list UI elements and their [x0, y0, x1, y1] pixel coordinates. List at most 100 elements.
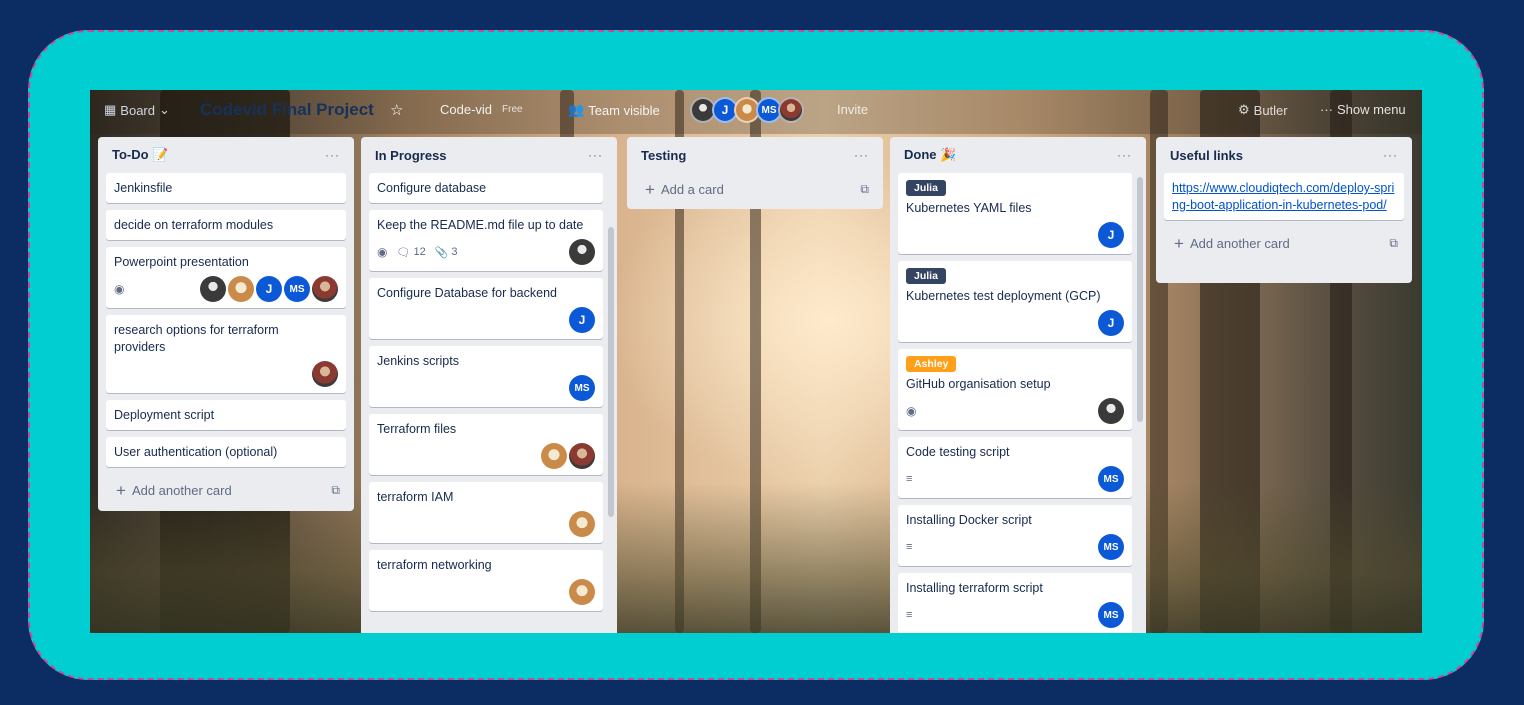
- add-card-label: Add another card: [131, 482, 232, 498]
- board-title[interactable]: Codevid Final Project: [200, 100, 374, 120]
- workspace-button[interactable]: Code-vid Free: [440, 102, 523, 117]
- avatar[interactable]: [569, 239, 595, 265]
- card-title: Installing terraform script: [906, 581, 1043, 595]
- card-title: Kubernetes YAML files: [906, 201, 1032, 215]
- card[interactable]: Keep the README.md file up to date ◉ 🗨 12…: [369, 210, 603, 271]
- butler-label: Butler: [1253, 102, 1288, 118]
- card-title: Powerpoint presentation: [114, 255, 249, 269]
- avatar[interactable]: [312, 276, 338, 302]
- avatar[interactable]: J: [569, 307, 595, 333]
- card[interactable]: Ashley GitHub organisation setup ◉: [898, 349, 1132, 430]
- avatar[interactable]: MS: [1098, 534, 1124, 560]
- card[interactable]: Jenkinsfile: [106, 173, 346, 203]
- card[interactable]: research options for terraform providers: [106, 315, 346, 393]
- card-members: J MS: [200, 276, 338, 302]
- description-icon: ≡: [906, 541, 913, 553]
- card[interactable]: Installing terraform script ≡ MS: [898, 573, 1132, 633]
- avatar[interactable]: J: [1098, 222, 1124, 248]
- avatar[interactable]: [312, 361, 338, 387]
- template-icon[interactable]: ⧉: [331, 483, 340, 498]
- list-menu-icon[interactable]: ···: [588, 148, 603, 162]
- card[interactable]: terraform IAM: [369, 482, 603, 543]
- list-in-progress: In Progress ··· Configure database Keep …: [361, 137, 617, 633]
- avatar[interactable]: [569, 579, 595, 605]
- template-icon[interactable]: ⧉: [860, 182, 869, 197]
- avatar[interactable]: [541, 443, 567, 469]
- list-menu-icon[interactable]: ···: [1117, 148, 1132, 162]
- add-card-button[interactable]: + Add another card ⧉: [1156, 227, 1412, 259]
- avatar[interactable]: J: [1098, 310, 1124, 336]
- list-title[interactable]: Useful links: [1170, 148, 1243, 163]
- avatar[interactable]: MS: [1098, 466, 1124, 492]
- avatar[interactable]: [569, 443, 595, 469]
- card[interactable]: https://www.cloudiqtech.com/deploy-sprin…: [1164, 173, 1404, 220]
- board-members: J MS: [690, 97, 804, 123]
- list-menu-icon[interactable]: ···: [325, 148, 340, 162]
- plus-icon: +: [116, 480, 126, 500]
- description-icon: ≡: [906, 473, 913, 485]
- list-done: Done 🎉 ··· Julia Kubernetes YAML files J…: [890, 137, 1146, 633]
- list-title[interactable]: In Progress: [375, 148, 447, 163]
- board-view-switcher[interactable]: ▦ Board ⌄: [104, 102, 170, 118]
- card[interactable]: terraform networking: [369, 550, 603, 611]
- show-menu-button[interactable]: ··· Show menu: [1320, 102, 1406, 117]
- avatar[interactable]: [778, 97, 804, 123]
- invite-button[interactable]: Invite: [837, 102, 868, 117]
- card[interactable]: Configure Database for backend J: [369, 278, 603, 339]
- butler-button[interactable]: ⚙ Butler: [1238, 102, 1288, 118]
- card[interactable]: Code testing script ≡ MS: [898, 437, 1132, 498]
- list-header: In Progress ···: [361, 137, 617, 173]
- card[interactable]: Installing Docker script ≡ MS: [898, 505, 1132, 566]
- card-title: Code testing script: [906, 445, 1010, 459]
- avatar[interactable]: [228, 276, 254, 302]
- card-label: Julia: [906, 180, 946, 196]
- card-label: Julia: [906, 268, 946, 284]
- card-title: Jenkinsfile: [114, 181, 173, 195]
- card-link[interactable]: https://www.cloudiqtech.com/deploy-sprin…: [1172, 180, 1396, 214]
- add-card-button[interactable]: + Add another card ⧉: [98, 474, 354, 506]
- star-icon[interactable]: ☆: [390, 101, 403, 119]
- card[interactable]: decide on terraform modules: [106, 210, 346, 240]
- card-title: Configure Database for backend: [377, 286, 557, 300]
- avatar[interactable]: J: [256, 276, 282, 302]
- avatar[interactable]: MS: [1098, 602, 1124, 628]
- card[interactable]: Julia Kubernetes YAML files J: [898, 173, 1132, 254]
- list-title[interactable]: To-Do 📝: [112, 147, 168, 163]
- list-menu-icon[interactable]: ···: [854, 148, 869, 162]
- list-scrollbar[interactable]: [608, 227, 614, 517]
- card[interactable]: Terraform files: [369, 414, 603, 475]
- list-menu-icon[interactable]: ···: [1383, 148, 1398, 162]
- card-title: decide on terraform modules: [114, 218, 274, 232]
- board-view-label: Board: [120, 102, 155, 118]
- list-title[interactable]: Done 🎉: [904, 147, 956, 163]
- avatar[interactable]: MS: [569, 375, 595, 401]
- card-title: Installing Docker script: [906, 513, 1032, 527]
- card-title: terraform networking: [377, 558, 492, 572]
- avatar[interactable]: MS: [284, 276, 310, 302]
- avatar[interactable]: [1098, 398, 1124, 424]
- chevron-down-icon: ⌄: [159, 102, 170, 117]
- visibility-button[interactable]: 👥 Team visible: [568, 102, 660, 118]
- card[interactable]: Julia Kubernetes test deployment (GCP) J: [898, 261, 1132, 342]
- card-title: terraform IAM: [377, 490, 454, 504]
- card[interactable]: User authentication (optional): [106, 437, 346, 467]
- avatar[interactable]: [200, 276, 226, 302]
- board-icon: ▦: [104, 102, 117, 117]
- card[interactable]: Configure database: [369, 173, 603, 203]
- template-icon[interactable]: ⧉: [1389, 236, 1398, 251]
- board-header: ▦ Board ⌄ Codevid Final Project ☆ Code-v…: [90, 90, 1422, 134]
- card-title: Kubernetes test deployment (GCP): [906, 289, 1101, 303]
- description-icon: ≡: [906, 609, 913, 621]
- card[interactable]: Deployment script: [106, 400, 346, 430]
- add-card-label: Add another card: [1189, 235, 1290, 251]
- add-card-button[interactable]: + Add a card ⧉: [627, 173, 883, 205]
- list-scrollbar[interactable]: [1137, 177, 1143, 422]
- list-todo: To-Do 📝 ··· Jenkinsfile decide on terraf…: [98, 137, 354, 511]
- card-title: Deployment script: [114, 408, 215, 422]
- comment-icon: 🗨: [396, 246, 411, 259]
- avatar[interactable]: [569, 511, 595, 537]
- card[interactable]: Jenkins scripts MS: [369, 346, 603, 407]
- list-title[interactable]: Testing: [641, 148, 686, 163]
- card-title: GitHub organisation setup: [906, 377, 1051, 391]
- card[interactable]: Powerpoint presentation ◉ J MS: [106, 247, 346, 308]
